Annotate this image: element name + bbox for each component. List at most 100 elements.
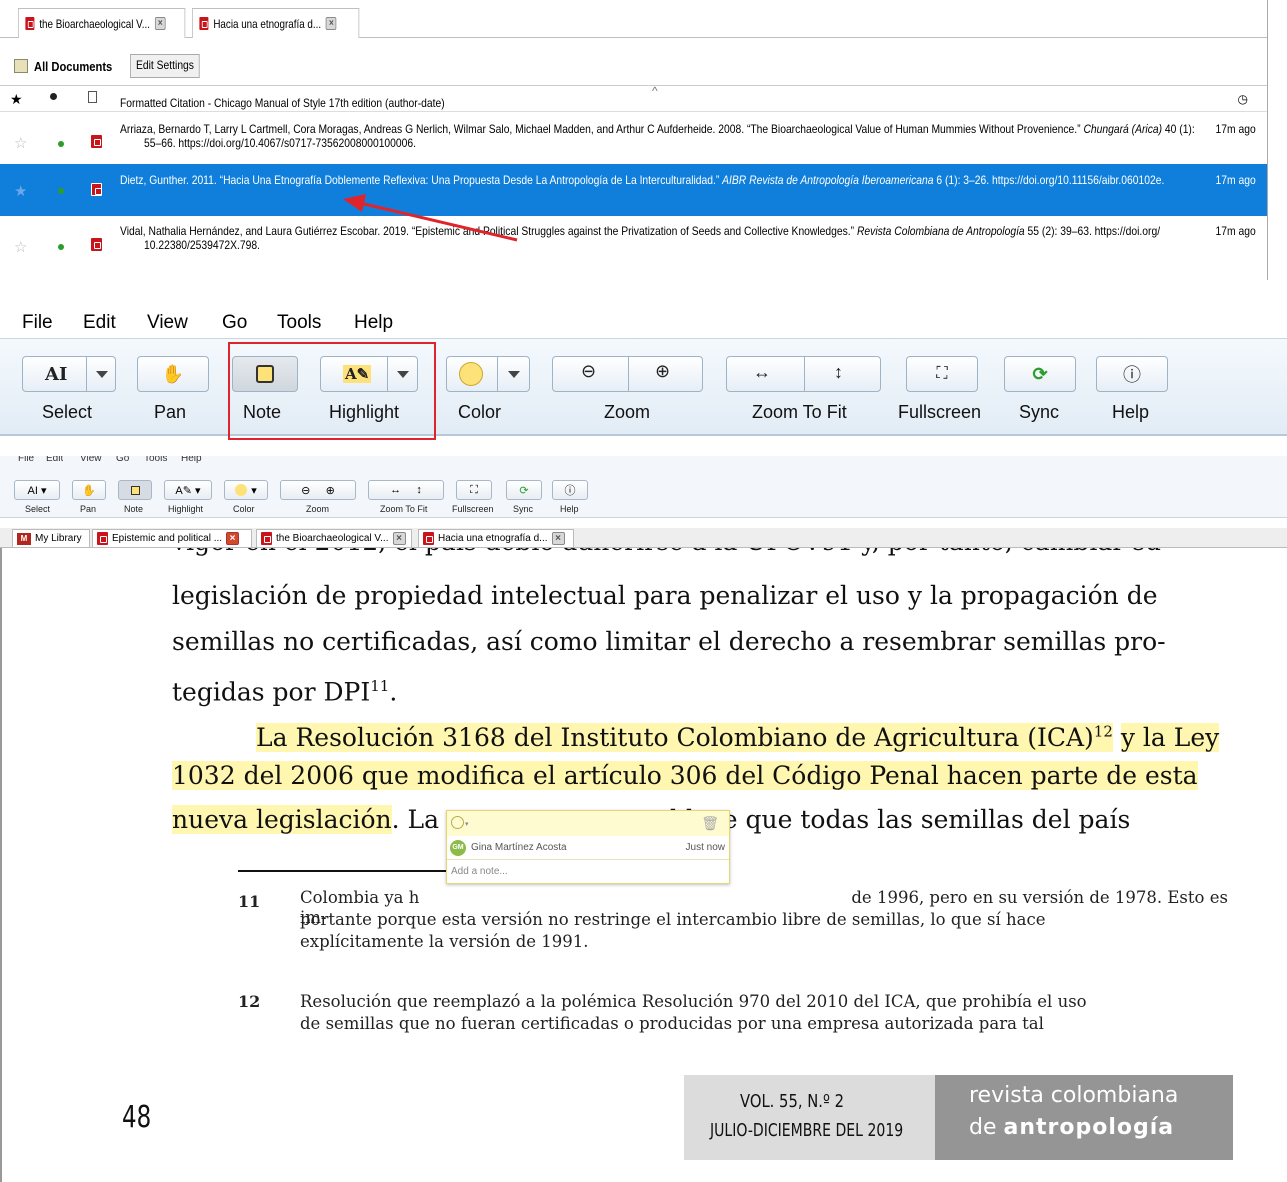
footnote-number: 12 — [238, 992, 261, 1011]
menu-bar: File Edit View Go Tools Help — [0, 310, 1287, 340]
hand-icon: ✋ — [82, 484, 96, 497]
zoom-to-fit-label: Zoom To Fit — [752, 402, 847, 422]
select-tool-button-small[interactable]: AI ▾ — [14, 480, 60, 500]
help-button-small[interactable]: ⓘ — [552, 480, 588, 500]
highlighted-text[interactable]: La Resolución 3168 del Instituto Colombi… — [256, 712, 1246, 758]
help-button[interactable]: ⓘ — [1096, 356, 1168, 392]
close-icon[interactable]: × — [392, 532, 406, 545]
zoom-out-icon[interactable]: ⊖ — [301, 484, 310, 497]
fit-height-icon[interactable]: ↕ — [834, 362, 843, 383]
journal-name-line2: de antropología — [969, 1115, 1175, 1140]
note-tool-button-small[interactable] — [118, 480, 152, 500]
volume-label: VOL. 55, N.º 2 — [740, 1091, 844, 1112]
issue-badge: VOL. 55, N.º 2 JULIO-DICIEMBRE DEL 2019 — [684, 1075, 936, 1160]
zoom-in-icon[interactable]: ⊕ — [655, 361, 670, 382]
pan-tool-button[interactable]: ✋ — [137, 356, 209, 392]
trash-icon[interactable]: 🗑 — [701, 815, 719, 832]
hand-icon: ✋ — [161, 363, 185, 384]
library-fragment: the Bioarchaeological V... × Hacia una e… — [0, 0, 1268, 280]
page-number: 48 — [122, 1100, 152, 1135]
color-picker-button[interactable] — [446, 356, 530, 392]
color-picker-button-small[interactable]: ▾ — [224, 480, 268, 500]
help-icon: ⓘ — [564, 485, 576, 497]
date-range-label: JULIO-DICIEMBRE DEL 2019 — [710, 1120, 904, 1141]
highlighted-text[interactable]: nueva legislación — [172, 805, 392, 834]
fit-height-icon[interactable]: ↕ — [416, 484, 422, 496]
close-icon[interactable]: × — [551, 532, 565, 545]
zoom-out-icon[interactable]: ⊖ — [581, 361, 596, 382]
note-author: Gina Martínez Acosta — [471, 842, 567, 853]
library-icon: M — [17, 532, 31, 545]
journal-logo: revista colombiana de antropología — [935, 1075, 1233, 1160]
annotation-highlight-box — [228, 342, 436, 440]
tab-my-library[interactable]: M My Library — [12, 529, 90, 548]
zoom-to-fit-label-small: Zoom To Fit — [380, 504, 428, 514]
sync-button[interactable]: ⟳ — [1004, 356, 1076, 392]
cut-off-line: vigor en el 2012, el país debió adherirs… — [172, 548, 1238, 562]
color-swatch-icon — [235, 484, 248, 496]
fullscreen-button-small[interactable]: ⛶ — [456, 480, 492, 500]
fit-width-icon[interactable]: ↔ — [390, 484, 401, 496]
document-tab-bar: M My Library Epistemic and political ...… — [0, 528, 1287, 548]
menu-view-small[interactable]: View — [80, 456, 102, 466]
tab-epistemic-and-political[interactable]: Epistemic and political ... × — [92, 529, 252, 548]
chevron-down-icon[interactable]: ▾ — [465, 820, 469, 828]
select-tool-button[interactable]: AI — [22, 356, 116, 392]
menu-file[interactable]: File — [22, 312, 53, 334]
close-icon[interactable]: × — [226, 532, 240, 545]
fullscreen-button[interactable]: ⛶ — [906, 356, 978, 392]
zoom-label-small: Zoom — [306, 504, 330, 514]
menu-go-small[interactable]: Go — [116, 456, 129, 466]
select-label-small: Select — [25, 504, 51, 514]
menu-go[interactable]: Go — [222, 312, 247, 334]
menu-tools-small[interactable]: Tools — [144, 456, 167, 466]
menu-file-small[interactable]: File — [18, 456, 34, 466]
fullscreen-icon: ⛶ — [470, 483, 478, 496]
color-label-small: Color — [233, 504, 255, 514]
help-icon: ⓘ — [1123, 365, 1141, 385]
sticky-note-icon — [130, 485, 140, 495]
reader-toolbar: AI Select ✋ Pan Note A✎ Highlight Color … — [0, 338, 1287, 440]
menu-edit[interactable]: Edit — [83, 312, 116, 334]
pan-label-small: Pan — [80, 504, 97, 514]
fullscreen-icon: ⛶ — [936, 365, 948, 382]
pdf-icon — [261, 532, 272, 545]
highlight-tool-button-small[interactable]: A✎ ▾ — [164, 480, 212, 500]
highlighted-text[interactable]: 1032 del 2006 que modifica el artículo 3… — [172, 756, 1238, 796]
tab-hacia-una-etnografia-small[interactable]: Hacia una etnografía d... × — [418, 529, 574, 548]
color-label: Color — [458, 402, 502, 422]
pan-tool-button-small[interactable]: ✋ — [72, 480, 106, 500]
zoom-to-fit-group-small: ↔ ↕ — [368, 480, 444, 500]
chevron-down-icon[interactable] — [508, 370, 520, 378]
footnote-rule — [238, 870, 474, 872]
note-popup: ▾ 🗑 GM Gina Martínez Acosta Just now Add… — [446, 810, 730, 884]
journal-name-line1: revista colombiana — [969, 1083, 1179, 1108]
menu-tools[interactable]: Tools — [277, 312, 321, 334]
paragraph-line: semillas no certificadas, así como limit… — [172, 627, 1166, 656]
paragraph-line: legislación de propiedad intelectual par… — [172, 581, 1158, 610]
text-select-icon: AI — [45, 363, 68, 385]
fullscreen-label: Fullscreen — [898, 402, 982, 422]
menu-help-small[interactable]: Help — [181, 456, 202, 466]
avatar: GM — [450, 840, 466, 856]
fit-width-icon[interactable]: ↔ — [753, 362, 771, 383]
zoom-to-fit-group: ↔ ↕ — [726, 356, 881, 392]
note-author-row: GM Gina Martínez Acosta Just now — [447, 836, 729, 860]
chevron-down-icon[interactable] — [96, 370, 108, 378]
sync-label: Sync — [1019, 402, 1060, 422]
color-swatch-icon[interactable] — [451, 816, 464, 829]
menu-help[interactable]: Help — [354, 312, 393, 334]
note-input[interactable]: Add a note... — [447, 860, 729, 884]
zoom-in-icon[interactable]: ⊕ — [326, 484, 335, 497]
footnote-text: Resolución que reemplazó a la polémica R… — [300, 992, 1087, 1011]
reader-toolbar-small: File Edit View Go Tools Help AI ▾ Select… — [0, 456, 1287, 518]
menu-view[interactable]: View — [147, 312, 188, 334]
tab-bioarchaeological-small[interactable]: the Bioarchaeological V... × — [256, 529, 412, 548]
sync-icon: ⟳ — [1032, 363, 1048, 384]
red-arrow — [343, 194, 518, 242]
sync-button-small[interactable]: ⟳ — [506, 480, 542, 500]
pan-label: Pan — [154, 402, 187, 422]
menu-edit-small[interactable]: Edit — [46, 456, 63, 466]
note-timestamp: Just now — [685, 842, 725, 853]
help-label-small: Help — [560, 504, 579, 514]
